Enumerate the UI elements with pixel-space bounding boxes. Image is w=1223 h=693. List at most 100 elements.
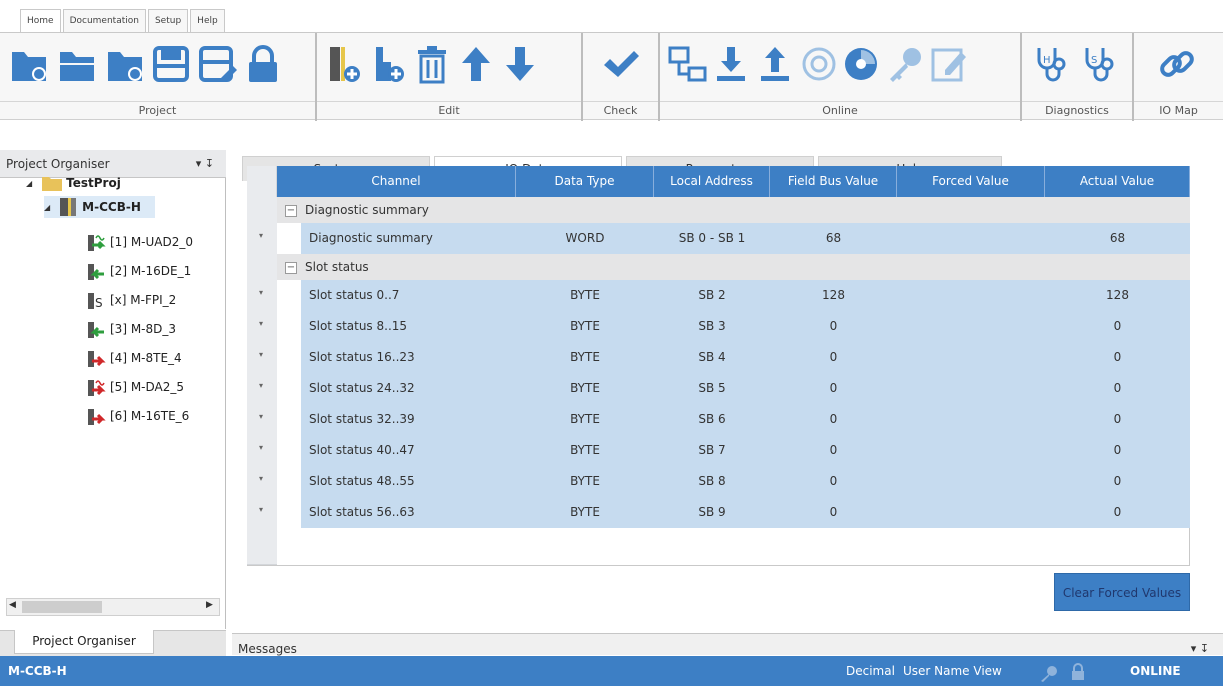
cell-field-bus-value: 0 — [829, 474, 838, 488]
module-safety-icon: S — [86, 291, 106, 310]
row-selector-icon[interactable]: ▾ — [259, 505, 263, 514]
scrollbar-thumb[interactable] — [22, 601, 102, 613]
cell-forced-value[interactable] — [897, 280, 1045, 311]
table-row[interactable]: ▾ Slot status 0..7 BYTE SB 2 128 128 — [247, 280, 1190, 312]
cell-actual-value: 0 — [1113, 381, 1122, 395]
save-as-icon[interactable] — [196, 41, 238, 87]
monitor-icon[interactable] — [840, 41, 882, 87]
tree-item-module[interactable]: [1] M-UAD2_0 — [86, 231, 193, 253]
column-header-forced-value[interactable]: Forced Value — [897, 166, 1045, 197]
status-view-mode[interactable]: User Name View — [903, 656, 1002, 686]
edit-icon[interactable] — [928, 41, 970, 87]
module-analog-output-icon — [86, 378, 106, 396]
row-selector-icon[interactable]: ▾ — [259, 381, 263, 390]
tree-item-module[interactable]: S [x] M-FPI_2 — [86, 289, 176, 311]
row-selector-icon[interactable]: ▾ — [259, 288, 263, 297]
cell-channel: Slot status 16..23 — [309, 350, 415, 364]
clear-forced-values-button[interactable]: Clear Forced Values — [1054, 573, 1190, 611]
column-header-local-address[interactable]: Local Address — [654, 166, 770, 197]
group-row-diagnostic-summary[interactable]: − Diagnostic summary — [247, 197, 1190, 224]
folder-icon — [42, 174, 63, 192]
menu-tab-help[interactable]: Help — [190, 9, 225, 32]
new-folder-icon[interactable] — [104, 41, 146, 87]
table-row[interactable]: ▾ Slot status 16..23 BYTE SB 4 0 0 — [247, 342, 1190, 374]
open-folder-icon[interactable] — [56, 41, 98, 87]
tree-item-module[interactable]: [3] M-8D_3 — [86, 318, 176, 340]
row-selector-icon[interactable]: ▾ — [259, 412, 263, 421]
cell-forced-value[interactable] — [897, 466, 1045, 497]
stethoscope-icon[interactable]: H — [1030, 41, 1072, 87]
lock-icon[interactable] — [242, 41, 284, 87]
row-selector-icon[interactable]: ▾ — [259, 231, 263, 240]
row-selector-icon[interactable]: ▾ — [259, 319, 263, 328]
cell-actual-value: 0 — [1113, 319, 1122, 333]
cell-forced-value[interactable] — [897, 373, 1045, 404]
menu-tab-home[interactable]: Home — [20, 9, 61, 32]
menu-tab-setup[interactable]: Setup — [147, 9, 189, 32]
scroll-right-icon[interactable]: ▶ — [206, 600, 213, 610]
cell-forced-value[interactable] — [897, 435, 1045, 466]
collapse-group-icon[interactable]: − — [285, 262, 297, 274]
scroll-left-icon[interactable]: ◀ — [9, 600, 16, 610]
check-icon[interactable] — [599, 41, 641, 87]
cell-forced-value[interactable] — [897, 342, 1045, 373]
collapse-icon[interactable]: ◢ — [26, 179, 32, 188]
row-selector-icon[interactable]: ▾ — [259, 443, 263, 452]
download-icon[interactable] — [710, 41, 752, 87]
key-icon[interactable] — [884, 41, 926, 87]
column-header-field-bus-value[interactable]: Field Bus Value — [770, 166, 897, 197]
cell-data-type: BYTE — [570, 350, 600, 364]
tab-project-organiser[interactable]: Project Organiser — [14, 630, 154, 654]
lock-icon[interactable] — [1070, 662, 1086, 692]
cell-actual-value: 0 — [1113, 350, 1122, 364]
collapse-group-icon[interactable]: − — [285, 205, 297, 217]
delete-icon[interactable] — [411, 41, 453, 87]
row-selector-icon[interactable]: ▾ — [259, 474, 263, 483]
table-row[interactable]: ▾ Slot status 40..47 BYTE SB 7 0 0 — [247, 435, 1190, 467]
key-icon[interactable] — [1040, 663, 1058, 693]
reset-icon[interactable] — [798, 41, 840, 87]
group-row-slot-status[interactable]: − Slot status — [247, 254, 1190, 281]
tree-item-project[interactable]: ◢ TestProj — [26, 172, 121, 194]
collapse-icon[interactable]: ◢ — [44, 203, 50, 212]
table-row[interactable]: ▾ Slot status 8..15 BYTE SB 3 0 0 — [247, 311, 1190, 343]
status-number-format[interactable]: Decimal — [846, 656, 895, 686]
insert-module-icon[interactable] — [367, 41, 409, 87]
link-icon[interactable] — [1156, 41, 1198, 87]
tree-item-module[interactable]: [4] M-8TE_4 — [86, 347, 182, 369]
cell-data-type: BYTE — [570, 381, 600, 395]
cell-data-type: BYTE — [570, 319, 600, 333]
module-input-icon — [86, 320, 106, 338]
table-row[interactable]: ▾ Slot status 48..55 BYTE SB 8 0 0 — [247, 466, 1190, 498]
connect-icon[interactable] — [666, 41, 708, 87]
cell-actual-value: 0 — [1113, 505, 1122, 519]
tree-item-module[interactable]: [6] M-16TE_6 — [86, 405, 189, 427]
pin-icon[interactable]: ▾ ↧ — [196, 150, 214, 178]
add-module-icon[interactable] — [323, 41, 365, 87]
table-row[interactable]: ▾ Diagnostic summary WORD SB 0 - SB 1 68… — [247, 223, 1190, 255]
table-row[interactable]: ▾ Slot status 56..63 BYTE SB 9 0 0 — [247, 497, 1190, 529]
move-down-icon[interactable] — [499, 41, 541, 87]
messages-panel[interactable]: Messages ▾ ↧ — [232, 633, 1223, 656]
cell-forced-value[interactable] — [897, 311, 1045, 342]
row-selector-icon[interactable]: ▾ — [259, 350, 263, 359]
cell-data-type: WORD — [565, 231, 605, 245]
new-project-icon[interactable] — [8, 41, 50, 87]
tree-label: [5] M-DA2_5 — [110, 380, 185, 394]
menu-tab-documentation[interactable]: Documentation — [62, 9, 146, 32]
column-header-actual-value[interactable]: Actual Value — [1045, 166, 1190, 197]
move-up-icon[interactable] — [455, 41, 497, 87]
upload-icon[interactable] — [754, 41, 796, 87]
column-header-channel[interactable]: Channel — [277, 166, 516, 197]
cell-forced-value[interactable] — [897, 497, 1045, 528]
tree-item-controller[interactable]: ◢ M-CCB-H — [44, 196, 155, 218]
cell-forced-value[interactable] — [897, 404, 1045, 435]
table-row[interactable]: ▾ Slot status 32..39 BYTE SB 6 0 0 — [247, 404, 1190, 436]
column-header-data-type[interactable]: Data Type — [516, 166, 654, 197]
save-icon[interactable] — [150, 41, 192, 87]
stethoscope-alt-icon[interactable]: S — [1078, 41, 1120, 87]
table-row[interactable]: ▾ Slot status 24..32 BYTE SB 5 0 0 — [247, 373, 1190, 405]
tree-item-module[interactable]: [5] M-DA2_5 — [86, 376, 184, 398]
cell-forced-value[interactable] — [897, 223, 1045, 254]
tree-item-module[interactable]: [2] M-16DE_1 — [86, 260, 191, 282]
